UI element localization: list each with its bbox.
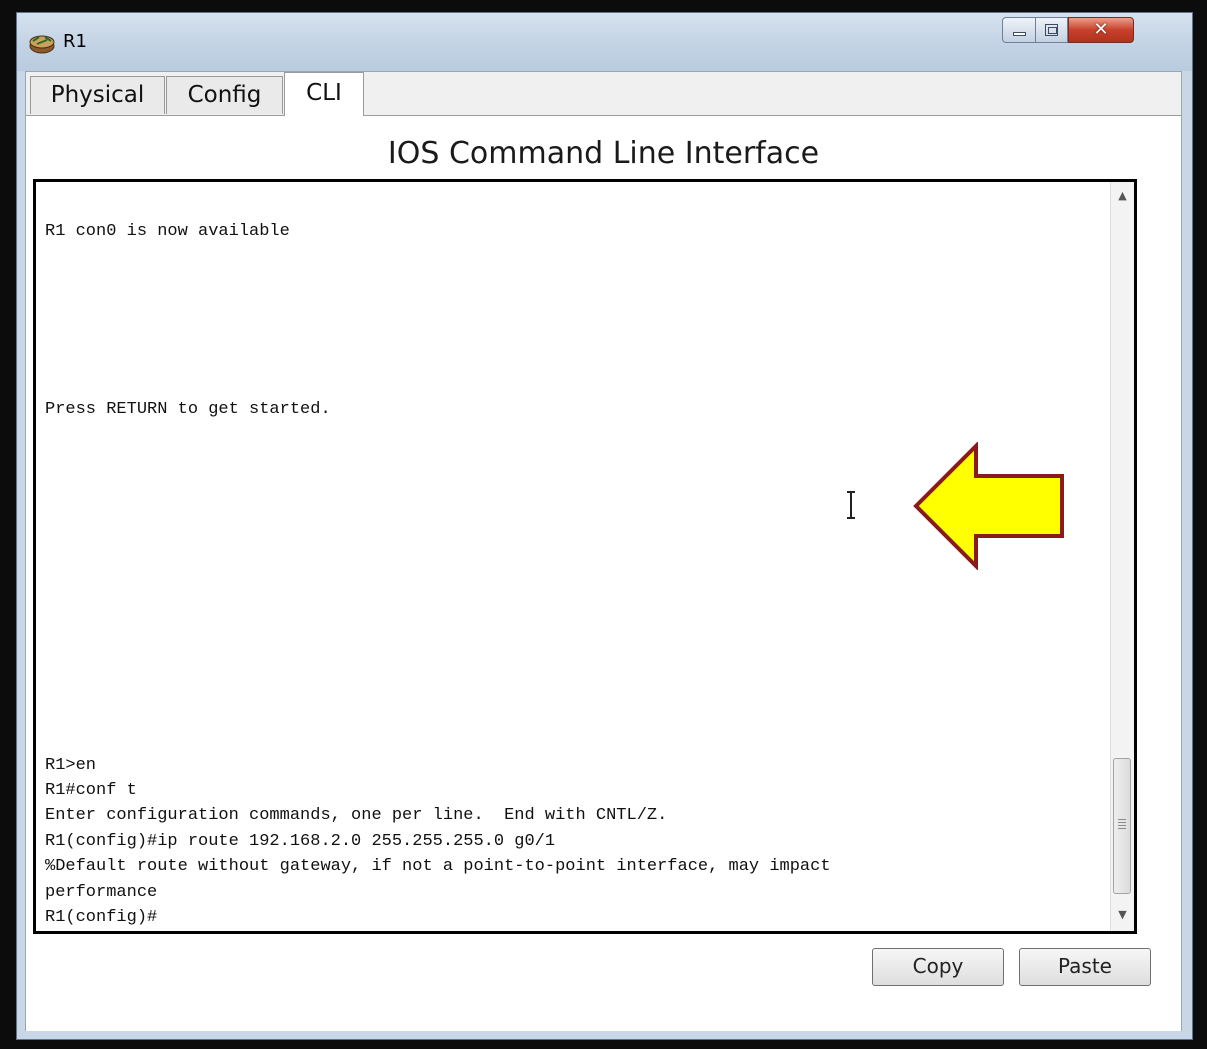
- grip-icon: [1118, 819, 1126, 829]
- left-arrow-annotation-icon: [913, 442, 1064, 570]
- router-app-icon: [29, 35, 55, 54]
- maximize-button[interactable]: [1036, 17, 1068, 43]
- tab-cli[interactable]: CLI: [284, 72, 364, 116]
- terminal-line: R1#conf t: [45, 781, 137, 800]
- tab-bar: Physical Config CLI: [26, 72, 1181, 116]
- copy-button[interactable]: Copy: [872, 948, 1004, 986]
- terminal-line: R1(config)#ip route 192.168.2.0 255.255.…: [45, 832, 556, 851]
- maximize-icon: [1045, 24, 1058, 36]
- scroll-thumb[interactable]: [1113, 758, 1131, 894]
- title-bar[interactable]: R1 ✕: [17, 13, 1192, 71]
- paste-button[interactable]: Paste: [1019, 948, 1151, 986]
- tab-physical[interactable]: Physical: [30, 76, 165, 114]
- window-title: R1: [63, 31, 87, 52]
- minimize-button[interactable]: [1002, 17, 1036, 43]
- scroll-up-icon[interactable]: ▲: [1111, 186, 1134, 206]
- terminal-line: R1>en: [45, 756, 97, 775]
- scroll-down-icon[interactable]: ▼: [1111, 905, 1134, 925]
- terminal-line: Enter configuration commands, one per li…: [45, 806, 668, 825]
- terminal-prompt: R1(config)#: [45, 908, 158, 927]
- screenshot-frame: R1 ✕ Physical Config CLI IOS Command Lin…: [0, 0, 1207, 1049]
- minimize-icon: [1013, 32, 1026, 36]
- terminal-scrollbar[interactable]: ▲ ▼: [1110, 182, 1134, 931]
- tab-config[interactable]: Config: [166, 76, 283, 114]
- terminal-line: performance: [45, 883, 158, 902]
- close-button[interactable]: ✕: [1068, 17, 1134, 43]
- terminal-line: R1 con0 is now available: [45, 222, 290, 241]
- close-icon: ✕: [1093, 19, 1109, 40]
- text-cursor-icon: [847, 491, 855, 519]
- cli-heading: IOS Command Line Interface: [387, 136, 820, 171]
- terminal-line: Press RETURN to get started.: [45, 400, 331, 419]
- terminal-line: %Default route without gateway, if not a…: [45, 857, 831, 876]
